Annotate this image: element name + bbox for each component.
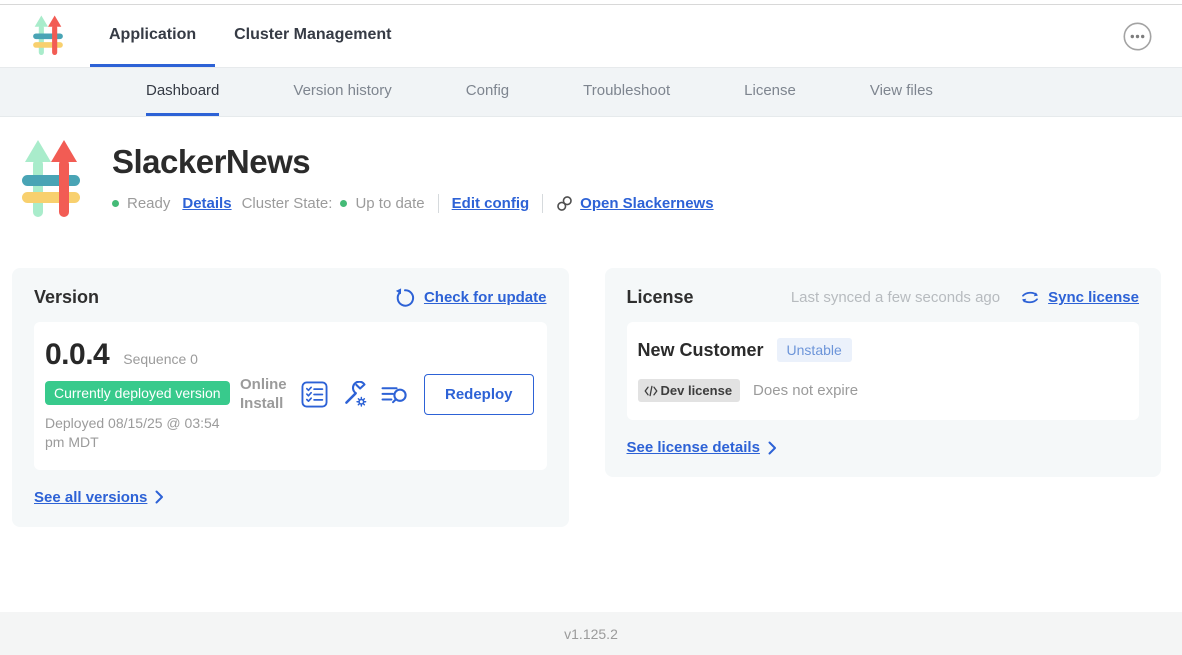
status-details-link[interactable]: Details bbox=[182, 195, 231, 212]
status-divider bbox=[542, 194, 543, 213]
app-title: SlackerNews bbox=[112, 143, 714, 181]
app-status-text: Ready bbox=[127, 195, 170, 212]
top-tab-bar: Application Cluster Management bbox=[90, 5, 410, 67]
version-card: Version Check for update 0.0.4 Se bbox=[12, 268, 569, 527]
top-nav: Application Cluster Management bbox=[0, 5, 1182, 68]
subnav-tab-label: Config bbox=[466, 82, 509, 99]
cluster-state-label: Cluster State: bbox=[242, 195, 333, 212]
deploy-logs-button[interactable] bbox=[381, 381, 408, 408]
customer-row: New Customer Unstable bbox=[638, 338, 1127, 362]
open-app-link[interactable]: Open Slackernews bbox=[556, 195, 713, 212]
subnav-tab-label: Dashboard bbox=[146, 82, 219, 99]
license-type-badge: Dev license bbox=[638, 379, 741, 402]
subnav-tab-dashboard[interactable]: Dashboard bbox=[146, 68, 219, 116]
license-type-row: Dev license Does not expire bbox=[638, 379, 1127, 402]
dashboard-cards: Version Check for update 0.0.4 Se bbox=[12, 268, 1161, 527]
preflight-checks-icon bbox=[301, 381, 328, 408]
last-synced-text: Last synced a few seconds ago bbox=[791, 289, 1000, 306]
check-for-update-link[interactable]: Check for update bbox=[395, 288, 547, 308]
version-card-title: Version bbox=[34, 287, 99, 308]
top-tab-application[interactable]: Application bbox=[90, 5, 215, 67]
top-tab-label: Application bbox=[109, 26, 196, 44]
wrench-gear-icon bbox=[341, 381, 368, 408]
see-all-versions-link[interactable]: See all versions bbox=[34, 489, 164, 506]
version-number: 0.0.4 bbox=[45, 338, 109, 372]
version-actions: Online Install bbox=[240, 374, 534, 415]
subnav-tab-troubleshoot[interactable]: Troubleshoot bbox=[583, 68, 670, 116]
chevron-right-icon bbox=[155, 490, 164, 504]
license-type-label: Dev license bbox=[661, 383, 733, 398]
sync-license-link[interactable]: Sync license bbox=[1020, 289, 1139, 306]
open-app-label: Open Slackernews bbox=[580, 195, 713, 212]
license-card-title: License bbox=[627, 287, 694, 308]
version-info: 0.0.4 Sequence 0 Currently deployed vers… bbox=[45, 338, 235, 452]
overflow-menu-button[interactable] bbox=[1122, 21, 1152, 51]
edit-config-icon-button[interactable] bbox=[341, 381, 368, 408]
version-number-row: 0.0.4 Sequence 0 bbox=[45, 338, 235, 372]
app-header: SlackerNews Ready Details Cluster State:… bbox=[0, 139, 1182, 226]
ellipsis-icon bbox=[1123, 22, 1152, 51]
console-version: v1.125.2 bbox=[564, 626, 618, 642]
customer-name: New Customer bbox=[638, 340, 764, 361]
sync-arrows-icon bbox=[1020, 289, 1040, 306]
hashtag-arrows-logo-icon bbox=[33, 15, 63, 57]
redeploy-button[interactable]: Redeploy bbox=[424, 374, 534, 415]
hashtag-arrows-logo-icon bbox=[22, 139, 80, 221]
license-card-header: License Last synced a few seconds ago Sy… bbox=[627, 287, 1140, 308]
app-footer: v1.125.2 bbox=[0, 612, 1182, 655]
subnav-tab-label: License bbox=[744, 82, 796, 99]
license-expiration: Does not expire bbox=[753, 382, 858, 399]
channel-badge: Unstable bbox=[777, 338, 852, 362]
sync-license-label: Sync license bbox=[1048, 289, 1139, 306]
subnav-tab-view-files[interactable]: View files bbox=[870, 68, 933, 116]
subnav-tab-license[interactable]: License bbox=[744, 68, 796, 116]
app-icon bbox=[22, 139, 80, 226]
app-subnav: Dashboard Version history Config Trouble… bbox=[0, 68, 1182, 117]
sequence-label: Sequence 0 bbox=[123, 351, 198, 367]
subnav-tab-label: Troubleshoot bbox=[583, 82, 670, 99]
cluster-state-dot bbox=[340, 200, 347, 207]
license-card-actions: Last synced a few seconds ago Sync licen… bbox=[791, 289, 1139, 306]
dashboard-main: SlackerNews Ready Details Cluster State:… bbox=[0, 117, 1182, 612]
deployed-badge: Currently deployed version bbox=[45, 381, 230, 405]
see-license-details-label: See license details bbox=[627, 439, 760, 456]
app-header-text: SlackerNews Ready Details Cluster State:… bbox=[112, 139, 714, 226]
cluster-state-value: Up to date bbox=[355, 195, 424, 212]
subnav-tab-label: Version history bbox=[293, 82, 391, 99]
deployed-timestamp: Deployed 08/15/25 @ 03:54 pm MDT bbox=[45, 414, 235, 452]
link-icon bbox=[556, 195, 573, 212]
license-card: License Last synced a few seconds ago Sy… bbox=[605, 268, 1162, 477]
top-tab-cluster-management[interactable]: Cluster Management bbox=[215, 5, 410, 67]
license-panel: New Customer Unstable Dev license Does n… bbox=[627, 322, 1140, 420]
check-for-update-label: Check for update bbox=[424, 289, 547, 306]
status-divider bbox=[438, 194, 439, 213]
preflight-checks-button[interactable] bbox=[301, 381, 328, 408]
app-status-dot bbox=[112, 200, 119, 207]
chevron-right-icon bbox=[768, 441, 777, 455]
see-all-versions-label: See all versions bbox=[34, 489, 147, 506]
app-status-row: Ready Details Cluster State: Up to date … bbox=[112, 194, 714, 213]
refresh-icon bbox=[395, 288, 415, 308]
subnav-tab-config[interactable]: Config bbox=[466, 68, 509, 116]
current-version-panel: 0.0.4 Sequence 0 Currently deployed vers… bbox=[34, 322, 547, 470]
brand-logo-button[interactable] bbox=[33, 15, 63, 57]
code-icon bbox=[644, 385, 658, 397]
install-type-label: Online Install bbox=[240, 376, 288, 414]
deploy-logs-icon bbox=[381, 381, 408, 408]
version-card-actions: Check for update bbox=[395, 288, 547, 308]
edit-config-link[interactable]: Edit config bbox=[452, 195, 530, 212]
subnav-tab-label: View files bbox=[870, 82, 933, 99]
subnav-tab-version-history[interactable]: Version history bbox=[293, 68, 391, 116]
see-license-details-link[interactable]: See license details bbox=[627, 439, 777, 456]
version-card-header: Version Check for update bbox=[34, 287, 547, 308]
top-tab-label: Cluster Management bbox=[234, 26, 391, 44]
